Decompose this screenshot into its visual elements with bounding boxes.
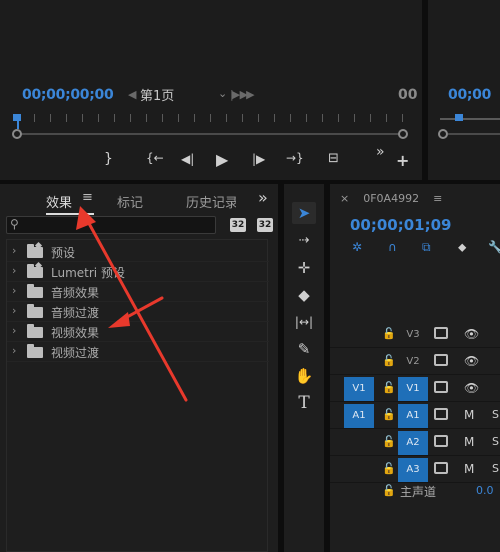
arrow-to-video-effects <box>108 296 164 328</box>
annotation-arrows <box>76 206 188 402</box>
arrow-to-effects-tab <box>76 206 188 402</box>
